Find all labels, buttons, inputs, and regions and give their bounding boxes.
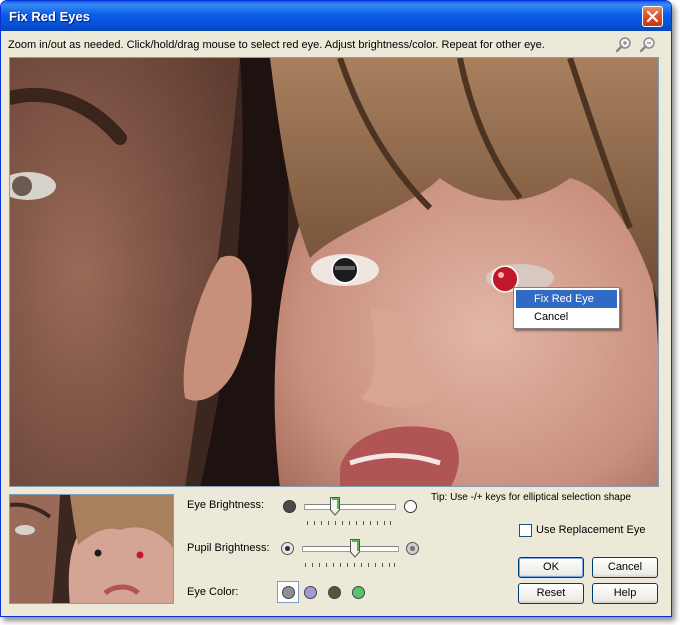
- eye-color-green[interactable]: [352, 586, 365, 599]
- close-button[interactable]: [642, 6, 663, 27]
- eye-color-olive[interactable]: [328, 586, 341, 599]
- eye-brightness-ticks: [307, 521, 391, 525]
- eye-color-label: Eye Color:: [187, 586, 239, 598]
- cancel-button[interactable]: Cancel: [592, 557, 658, 578]
- help-button[interactable]: Help: [592, 583, 658, 604]
- zoom-in-icon[interactable]: [615, 36, 632, 53]
- eye-brightness-slider[interactable]: [329, 497, 340, 516]
- tip-text: Tip: Use -/+ keys for elliptical selecti…: [431, 492, 631, 503]
- eye-color-purple[interactable]: [304, 586, 317, 599]
- menu-item-cancel[interactable]: Cancel: [516, 308, 617, 326]
- pupil-brightness-label: Pupil Brightness:: [187, 542, 270, 554]
- menu-item-fix-red-eye[interactable]: Fix Red Eye: [516, 290, 617, 308]
- zoom-out-icon[interactable]: [639, 36, 656, 53]
- thumbnail-preview[interactable]: [9, 494, 174, 604]
- fix-red-eyes-dialog: Fix Red Eyes Zoom in/out as needed. Clic…: [0, 0, 672, 617]
- ok-button[interactable]: OK: [518, 557, 584, 578]
- light-brightness-icon: [404, 500, 417, 513]
- instructions-text: Zoom in/out as needed. Click/hold/drag m…: [8, 39, 545, 51]
- window-title: Fix Red Eyes: [9, 9, 90, 24]
- eye-brightness-label: Eye Brightness:: [187, 499, 265, 511]
- pupil-brightness-ticks: [305, 563, 395, 567]
- light-pupil-icon: [406, 542, 419, 555]
- photo-preview[interactable]: [9, 57, 659, 487]
- eye-color-gray[interactable]: [282, 586, 295, 599]
- reset-button[interactable]: Reset: [518, 583, 584, 604]
- context-menu: Fix Red Eye Cancel: [513, 287, 620, 329]
- close-icon: [647, 11, 658, 22]
- pupil-brightness-slider[interactable]: [349, 539, 360, 558]
- use-replacement-eye-label[interactable]: Use Replacement Eye: [536, 524, 645, 536]
- eye-brightness-track[interactable]: [304, 504, 396, 510]
- dark-brightness-icon: [283, 500, 296, 513]
- use-replacement-eye-checkbox[interactable]: [519, 524, 532, 537]
- title-bar[interactable]: Fix Red Eyes: [1, 1, 671, 31]
- dark-pupil-icon: [281, 542, 294, 555]
